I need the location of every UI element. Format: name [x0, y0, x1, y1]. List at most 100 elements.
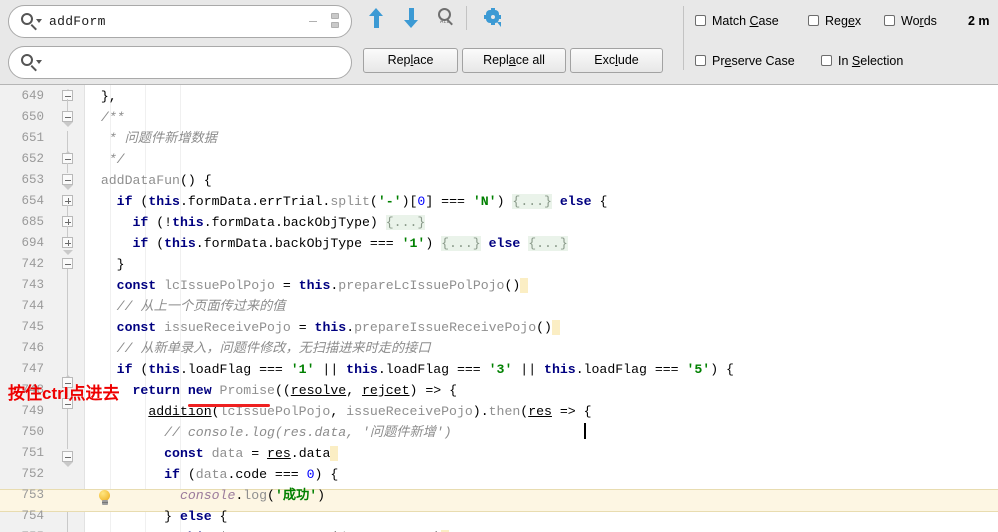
code-line[interactable]: this.$message.error(data.message)	[85, 527, 450, 532]
code-line[interactable]: } else {	[85, 506, 227, 527]
code-line[interactable]: const data = res.data	[85, 443, 339, 464]
words-label-pre: Wo	[901, 14, 920, 28]
code-line[interactable]: if (data.code === 0) {	[85, 464, 338, 485]
fold-line	[67, 269, 68, 379]
exclude-button-pre: Exc	[594, 53, 616, 67]
replace-all-button-mnemonic: a	[508, 53, 516, 67]
fold-line	[67, 409, 68, 449]
in-selection-box	[821, 55, 832, 66]
in-selection-label-mnemonic: S	[851, 54, 861, 68]
in-selection-label-pre: In	[838, 54, 852, 68]
preserve-case-checkbox[interactable]: Preserve Case	[695, 54, 795, 68]
exclude-button-post: ude	[617, 53, 639, 67]
regex-box	[808, 15, 819, 26]
match-case-box	[695, 15, 706, 26]
arrow-down-icon	[404, 8, 418, 28]
prev-occurrence-button[interactable]	[363, 5, 389, 31]
gear-icon	[483, 8, 503, 28]
code-line[interactable]: */	[85, 149, 125, 170]
exclude-button[interactable]: Exclude	[570, 48, 663, 73]
line-number: 745	[21, 320, 44, 334]
code-line[interactable]: if (this.formData.errTrial.split('-')[0]…	[85, 191, 607, 212]
replace-all-button-post: ce all	[515, 53, 545, 67]
find-all-button[interactable]: ALL	[433, 5, 459, 31]
text-caret	[584, 423, 586, 439]
match-case-label-mnemonic: C	[749, 14, 759, 28]
preserve-case-box	[695, 55, 706, 66]
match-count-label: 2 m	[968, 14, 990, 28]
code-line[interactable]: // 从新单录入，问题件修改，无扫描进来时走的接口	[85, 338, 431, 359]
line-number: 747	[21, 362, 44, 376]
code-line[interactable]: return new Promise((resolve, rejcet) => …	[85, 380, 457, 401]
code-line[interactable]: const issueReceivePojo = this.prepareIss…	[85, 317, 560, 338]
fold-marker[interactable]	[62, 451, 73, 462]
regex-checkbox[interactable]: Regex	[808, 14, 861, 28]
fold-expand-marker[interactable]	[62, 237, 73, 248]
line-number: 685	[21, 215, 44, 229]
find-all-icon: ALL	[437, 8, 457, 28]
line-number: 651	[21, 131, 44, 145]
annotation-underline	[188, 404, 270, 407]
next-occurrence-button[interactable]	[398, 5, 424, 31]
fold-cap-bottom	[62, 122, 73, 127]
code-line[interactable]: // console.log(res.data, '问题件新增')	[85, 422, 452, 443]
line-number: 746	[21, 341, 44, 355]
find-all-label: ALL	[440, 19, 450, 25]
minus-icon	[309, 21, 317, 22]
fold-line	[67, 131, 68, 153]
preserve-case-label-pre: Pr	[712, 54, 725, 68]
line-number: 652	[21, 152, 44, 166]
line-number: 653	[21, 173, 44, 187]
line-number: 751	[21, 446, 44, 460]
options-divider	[683, 6, 684, 70]
code-folding-gutter[interactable]	[54, 85, 84, 532]
line-number: 749	[21, 404, 44, 418]
code-line[interactable]: // 从上一个页面传过来的值	[85, 296, 286, 317]
fold-marker[interactable]	[62, 258, 73, 269]
filter-settings-button[interactable]	[479, 5, 505, 31]
fold-cap-bottom	[62, 462, 73, 467]
words-label-post: ds	[923, 14, 937, 28]
replace-input[interactable]	[8, 46, 352, 79]
code-editor[interactable]: 649 650 651 652 653 654 685 694 742 743 …	[0, 85, 998, 532]
code-line[interactable]: if (this.formData.backObjType === '1') {…	[85, 233, 568, 254]
find-replace-editor-window: addForm ALL Replace Replace all Exclude …	[0, 0, 998, 532]
annotation-text: 按住ctrl点进去	[8, 384, 120, 403]
intention-lightbulb-icon[interactable]	[98, 490, 111, 506]
replace-button[interactable]: Replace	[363, 48, 458, 73]
regex-label-mnemonic: e	[847, 14, 855, 28]
toolbar-divider	[466, 6, 467, 30]
fold-line	[67, 205, 68, 216]
in-selection-checkbox[interactable]: In Selection	[821, 54, 903, 68]
code-line[interactable]: if (!this.formData.backObjType) {...}	[85, 212, 426, 233]
code-line[interactable]: console.log('成功')	[85, 485, 325, 506]
search-input-controls[interactable]	[309, 12, 343, 32]
search-input[interactable]: addForm	[8, 5, 352, 38]
code-line[interactable]: * 问题件新增数据	[85, 128, 217, 149]
match-case-checkbox[interactable]: Match Case	[695, 14, 779, 28]
code-line[interactable]: if (this.loadFlag === '1' || this.loadFl…	[85, 359, 734, 380]
line-number: 654	[21, 194, 44, 208]
arrow-up-icon	[369, 8, 383, 28]
code-line[interactable]: },	[85, 86, 117, 107]
code-line[interactable]: addDataFun() {	[85, 170, 212, 191]
code-line[interactable]: const lcIssuePolPojo = this.prepareLcIss…	[85, 275, 529, 296]
line-number: 744	[21, 299, 44, 313]
line-number: 754	[21, 509, 44, 523]
line-number: 753	[21, 488, 44, 502]
search-input-value: addForm	[49, 14, 106, 29]
words-checkbox[interactable]: Words	[884, 14, 937, 28]
fold-marker[interactable]	[62, 111, 73, 122]
code-line[interactable]: addition(lcIssuePolPojo, issueReceivePoj…	[85, 401, 591, 422]
fold-marker[interactable]	[62, 174, 73, 185]
regex-label-post: x	[854, 14, 862, 28]
search-history-icon[interactable]	[329, 12, 341, 32]
code-line[interactable]: }	[85, 254, 125, 275]
words-box	[884, 15, 895, 26]
line-number: 750	[21, 425, 44, 439]
fold-cap-bottom	[62, 185, 73, 190]
line-number: 743	[21, 278, 44, 292]
code-line[interactable]: /**	[85, 107, 125, 128]
replace-all-button-pre: Repl	[483, 53, 509, 67]
replace-all-button[interactable]: Replace all	[462, 48, 566, 73]
